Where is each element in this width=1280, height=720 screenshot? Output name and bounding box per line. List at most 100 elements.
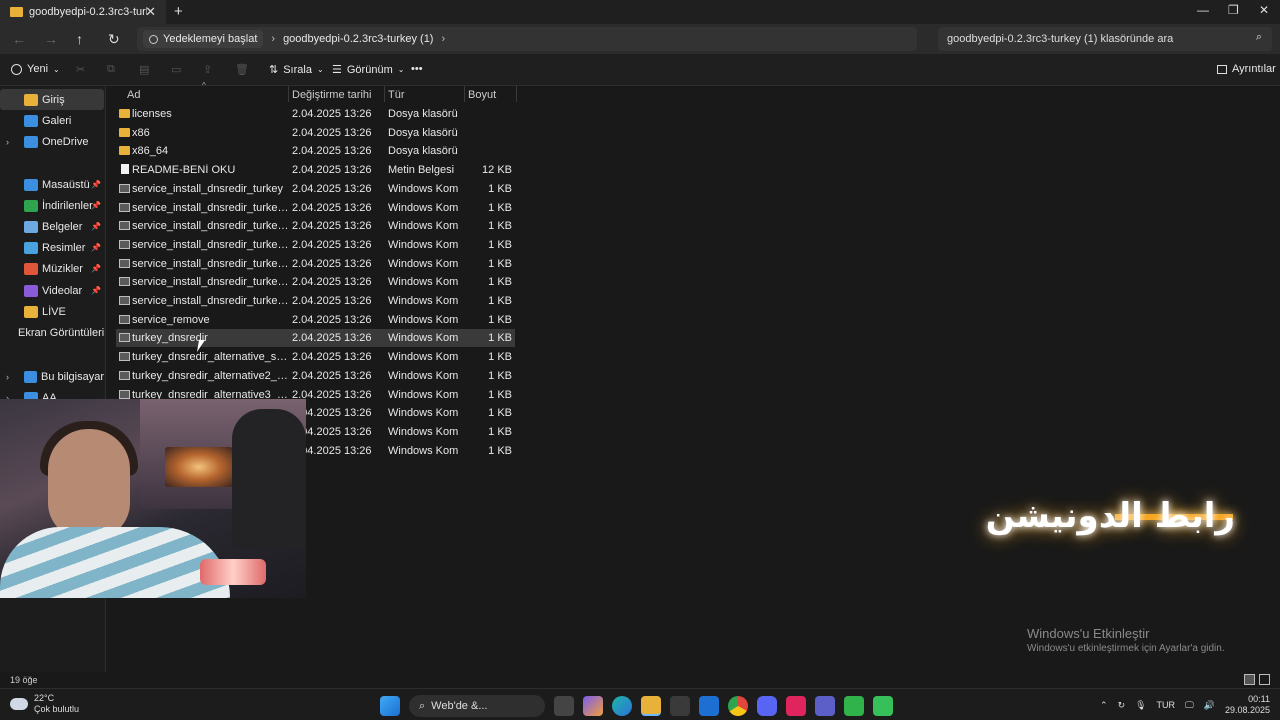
chevron-right-icon[interactable]: › <box>441 33 445 45</box>
forward-arrow-icon[interactable]: → <box>44 31 58 47</box>
file-row[interactable]: x86 2.04.2025 13:26 Dosya klasörü <box>116 124 515 142</box>
start-icon[interactable] <box>380 696 400 716</box>
volume-icon[interactable]: 🔊 <box>1204 700 1215 711</box>
taskbar-search[interactable]: ⌕ Web'de &... <box>409 695 545 717</box>
sidebar-item-10[interactable]: Ekran Görüntüleri <box>0 322 104 343</box>
more-options-icon[interactable]: ••• <box>411 63 423 75</box>
file-row[interactable]: licenses 2.04.2025 13:26 Dosya klasörü <box>116 105 515 123</box>
file-row[interactable]: service_remove 2.04.2025 13:26 Windows Kom… <box>116 311 515 329</box>
weather-widget[interactable]: 22°C Çok bulutlu <box>10 693 79 715</box>
file-row[interactable]: turkey_dnsredir_alternative_superonline2… <box>116 348 515 366</box>
file-explorer-icon[interactable] <box>641 696 661 716</box>
sidebar-item-6[interactable]: Resimler 📌 <box>0 237 104 258</box>
search-icon[interactable]: ⌕ <box>1256 31 1262 44</box>
batch-file-icon <box>119 221 130 231</box>
file-type: Windows Komut ... <box>388 295 458 307</box>
close-window-button[interactable]: ✕ <box>1259 3 1269 17</box>
breadcrumb[interactable]: Yedeklemeyi başlat › goodbyedpi-0.2.3rc3… <box>137 27 917 51</box>
media-player-icon[interactable] <box>844 696 864 716</box>
file-row[interactable]: service_install_dnsredir_turkey_alternat… <box>116 273 515 291</box>
sidebar-item-11[interactable]: › Bu bilgisayar <box>0 366 104 387</box>
chrome-icon[interactable] <box>728 696 748 716</box>
file-row[interactable]: README-BENİ OKU 2.04.2025 13:26 Metin Belg… <box>116 161 515 179</box>
column-name[interactable]: Ad <box>127 89 140 101</box>
edge-icon[interactable] <box>612 696 632 716</box>
delete-icon[interactable]: 🗑 <box>235 63 249 76</box>
sidebar-item-9[interactable]: LİVE <box>0 301 104 322</box>
webcam-overlay <box>0 399 306 598</box>
search-input[interactable]: goodbyedpi-0.2.3rc3-turkey (1) klasöründ… <box>938 27 1272 51</box>
date: 29.08.2025 <box>1224 705 1270 715</box>
column-divider[interactable] <box>516 86 517 102</box>
sidebar-item-5[interactable]: Belgeler 📌 <box>0 216 104 237</box>
file-row[interactable]: service_install_dnsredir_turkey_alternat… <box>116 217 515 235</box>
column-type[interactable]: Tür <box>388 89 405 101</box>
column-divider[interactable] <box>464 86 465 102</box>
network-icon[interactable]: 🖵 <box>1185 700 1194 711</box>
sidebar-item-4[interactable]: İndirilenler 📌 <box>0 195 104 216</box>
tiktok-icon[interactable] <box>786 696 806 716</box>
sort-button[interactable]: ⇅ Sırala ⌄ <box>269 63 324 77</box>
file-row[interactable]: service_install_dnsredir_turkey_alternat… <box>116 292 515 310</box>
rename-icon[interactable]: ▭ <box>171 63 181 76</box>
file-row[interactable]: turkey_dnsredir 2.04.2025 13:26 Windows Ko… <box>116 329 515 348</box>
streaming-app-icon[interactable] <box>873 696 893 716</box>
copilot-icon[interactable] <box>583 696 603 716</box>
cut-icon[interactable]: ✂ <box>76 63 85 76</box>
column-size[interactable]: Boyut <box>468 89 496 101</box>
file-row[interactable]: turkey_dnsredir_alternative2_superonline… <box>116 367 515 385</box>
tiles-view-icon[interactable] <box>1259 674 1270 685</box>
teams-icon[interactable] <box>815 696 835 716</box>
explorer-tab[interactable]: goodbyedpi-0.2.3rc3-turkey (1 ✕ <box>0 0 166 24</box>
file-row[interactable]: service_install_dnsredir_turkey_alternat… <box>116 236 515 254</box>
file-type: Metin Belgesi <box>388 164 455 177</box>
column-modified[interactable]: Değiştirme tarihi <box>292 89 371 101</box>
store-icon[interactable] <box>670 696 690 716</box>
details-view-icon[interactable] <box>1244 674 1255 685</box>
task-view-icon[interactable] <box>554 696 574 716</box>
maximize-button[interactable]: ❐ <box>1228 3 1239 17</box>
file-row[interactable]: x86_64 2.04.2025 13:26 Dosya klasörü <box>116 142 515 160</box>
new-tab-button[interactable]: + <box>174 3 183 20</box>
details-button[interactable]: Ayrıntılar <box>1217 63 1276 75</box>
sync-icon[interactable]: ↻ <box>1118 700 1126 711</box>
view-button[interactable]: ☰ Görünüm ⌄ <box>332 63 404 77</box>
language-indicator[interactable]: TUR <box>1157 700 1176 710</box>
share-icon[interactable]: ⇪ <box>203 63 212 76</box>
sidebar-item-0[interactable]: Giriş <box>0 89 104 110</box>
discord-icon[interactable] <box>757 696 777 716</box>
column-divider[interactable] <box>288 86 289 102</box>
backup-button[interactable]: Yedeklemeyi başlat <box>143 30 264 48</box>
file-row[interactable]: service_install_dnsredir_turkey_alternat… <box>116 199 515 217</box>
column-divider[interactable] <box>384 86 385 102</box>
close-tab-icon[interactable]: ✕ <box>145 4 156 20</box>
outlook-icon[interactable] <box>699 696 719 716</box>
chevron-down-icon: ⌄ <box>53 64 60 74</box>
chevron-right-icon[interactable]: › <box>6 372 16 382</box>
copy-icon[interactable]: ⧉ <box>107 63 115 76</box>
file-row[interactable]: service_install_dnsredir_turkey 2.04.2025… <box>116 180 515 198</box>
file-row[interactable]: service_install_dnsredir_turkey_alternat… <box>116 255 515 273</box>
sidebar-item-3[interactable]: Masaüstü 📌 <box>0 174 104 195</box>
up-arrow-icon[interactable]: ↑ <box>76 31 83 47</box>
sidebar-item-7[interactable]: Müzikler 📌 <box>0 258 104 279</box>
sidebar-item-2[interactable]: › OneDrive <box>0 131 104 152</box>
back-arrow-icon[interactable]: ← <box>12 31 26 47</box>
new-button[interactable]: Yeni ⌄ <box>11 63 60 75</box>
microphone-icon[interactable]: 🎙 <box>1135 700 1146 711</box>
temperature: 22°C <box>34 693 55 703</box>
clock[interactable]: 00:11 29.08.2025 <box>1225 694 1270 716</box>
file-name: turkey_dnsredir_alternative2_superonline <box>132 369 290 382</box>
chevron-right-icon[interactable]: › <box>6 137 16 147</box>
pin-icon: 📌 <box>91 201 101 210</box>
batch-file-icon <box>119 277 130 287</box>
file-size: 1 KB <box>488 369 512 382</box>
file-date: 2.04.2025 13:26 <box>292 220 372 233</box>
minimize-button[interactable]: — <box>1197 3 1209 17</box>
paste-icon[interactable]: ▤ <box>139 63 149 76</box>
sidebar-item-1[interactable]: Galeri <box>0 110 104 131</box>
breadcrumb-current-folder[interactable]: goodbyedpi-0.2.3rc3-turkey (1) <box>283 33 433 45</box>
show-hidden-icons-icon[interactable]: ⌃ <box>1100 700 1108 711</box>
refresh-icon[interactable]: ↻ <box>108 31 120 48</box>
sidebar-item-8[interactable]: Videolar 📌 <box>0 280 104 301</box>
